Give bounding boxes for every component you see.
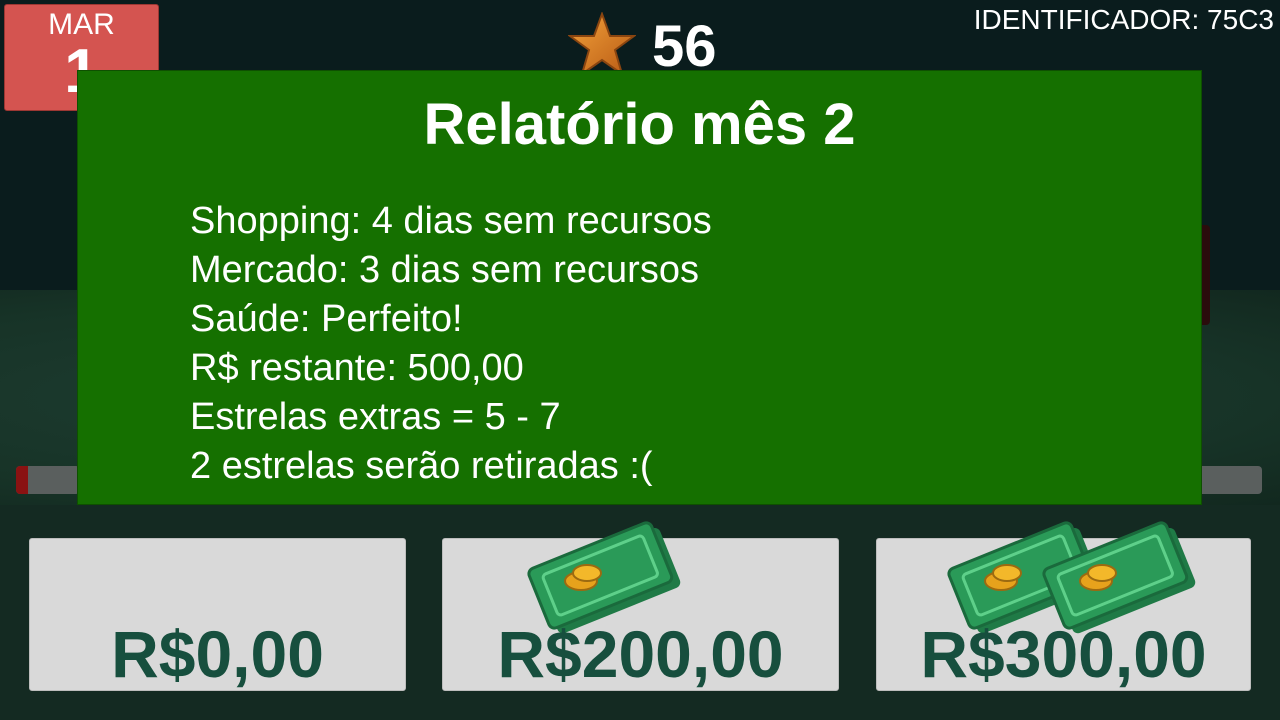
report-line-stars-removed: 2 estrelas serão retiradas :( <box>190 445 653 487</box>
player-identifier: IDENTIFICADOR: 75C3 <box>973 4 1274 35</box>
option-card-200[interactable]: R$200,00 <box>442 521 839 691</box>
report-line-shopping: Shopping: 4 dias sem recursos <box>190 200 712 242</box>
monthly-report-panel: Relatório mês 2 Shopping: 4 dias sem rec… <box>77 70 1202 505</box>
option-price: R$300,00 <box>920 617 1207 691</box>
left-meter-fill <box>16 466 28 494</box>
report-line-extra-stars: Estrelas extras = 5 - 7 <box>190 396 561 438</box>
report-line-health: Saúde: Perfeito! <box>190 298 463 340</box>
right-meter <box>1196 466 1262 494</box>
report-lines: Shopping: 4 dias sem recursos Mercado: 3… <box>190 197 712 491</box>
report-line-market: Mercado: 3 dias sem recursos <box>190 249 699 291</box>
option-card-0[interactable]: R$0,00 <box>29 538 406 691</box>
report-title: Relatório mês 2 <box>423 92 856 157</box>
option-price: R$200,00 <box>497 617 784 691</box>
star-icon <box>568 12 636 76</box>
report-line-remaining: R$ restante: 500,00 <box>190 347 524 389</box>
option-card-300[interactable]: R$300,00 <box>876 521 1251 691</box>
option-price: R$0,00 <box>111 617 324 691</box>
left-meter <box>16 466 80 494</box>
